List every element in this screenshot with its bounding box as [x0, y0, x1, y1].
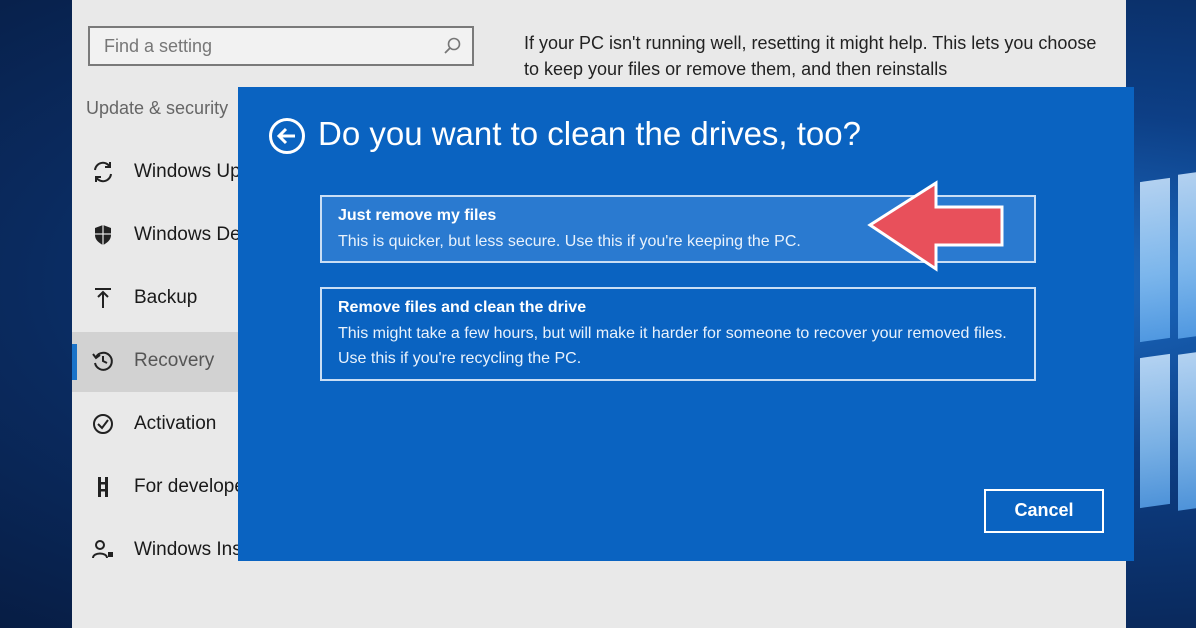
category-heading: Update & security — [86, 98, 229, 118]
search-input[interactable]: Find a setting — [88, 26, 474, 66]
refresh-icon — [94, 161, 112, 183]
reset-description: If your PC isn't running well, resetting… — [524, 33, 1097, 79]
red-arrow-icon — [867, 180, 1004, 272]
sidebar-item-label: Backup — [134, 287, 198, 308]
active-indicator — [72, 344, 77, 380]
sidebar-item-for-developers[interactable]: For developers — [72, 458, 261, 518]
clean-drives-dialog: Do you want to clean the drives, too? Ju… — [238, 87, 1134, 561]
backup-arrow-icon — [95, 288, 111, 308]
shield-icon — [95, 225, 111, 245]
cancel-button[interactable]: Cancel — [984, 489, 1104, 533]
search-placeholder: Find a setting — [104, 36, 213, 56]
developer-icon — [98, 477, 108, 497]
option-remove-and-clean[interactable]: Remove files and clean the drive This mi… — [320, 287, 1036, 381]
dialog-title: Do you want to clean the drives, too? — [318, 115, 861, 152]
windows-logo — [1134, 169, 1196, 540]
sidebar-item-recovery[interactable]: Recovery — [72, 332, 242, 392]
sidebar-item-label: Activation — [134, 413, 217, 434]
check-circle-icon — [93, 414, 113, 434]
sidebar-item-windows-insider[interactable]: Windows Insider Program — [72, 521, 352, 581]
sidebar-item-windows-update[interactable]: Windows Update — [72, 143, 278, 203]
back-arrow-icon[interactable] — [268, 117, 306, 155]
option-description: This might take a few hours, but will ma… — [338, 325, 1007, 367]
sidebar-item-activation[interactable]: Activation — [72, 395, 242, 455]
sidebar-item-label: Recovery — [134, 350, 215, 371]
option-title: Remove files and clean the drive — [338, 299, 587, 316]
sidebar-item-backup[interactable]: Backup — [72, 269, 242, 329]
history-icon — [92, 351, 113, 371]
search-icon — [444, 37, 461, 54]
person-icon — [92, 540, 113, 559]
sidebar-item-windows-defender[interactable]: Windows Defender — [72, 206, 295, 266]
